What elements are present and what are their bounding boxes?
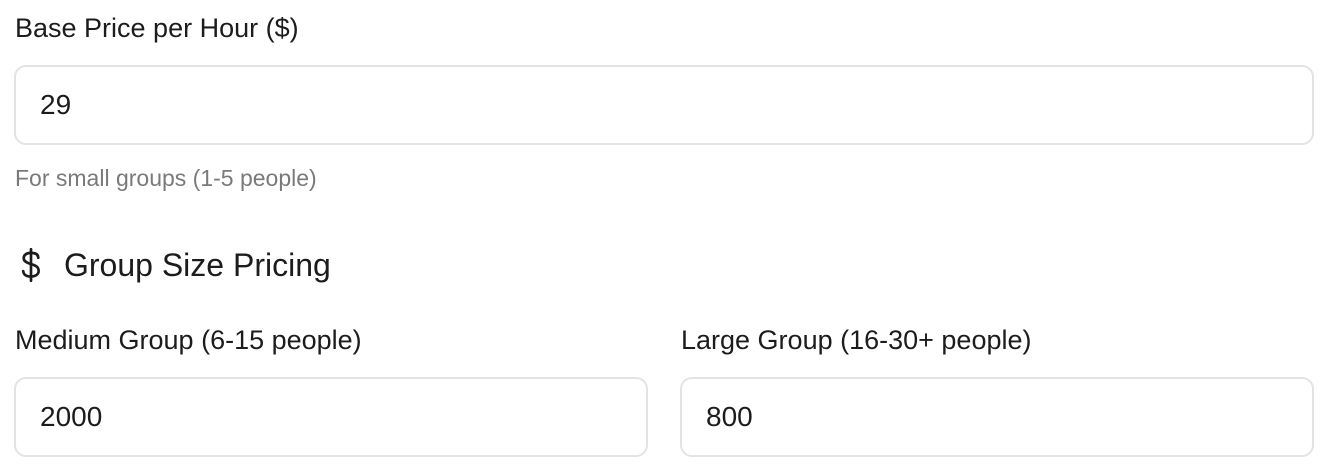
large-group-input[interactable]	[680, 377, 1314, 457]
base-price-hint: For small groups (1-5 people)	[15, 165, 317, 191]
group-size-pricing-heading: Group Size Pricing	[16, 246, 331, 284]
base-price-label: Base Price per Hour ($)	[15, 13, 299, 43]
group-size-pricing-title: Group Size Pricing	[64, 247, 331, 283]
large-group-label: Large Group (16-30+ people)	[681, 325, 1032, 355]
base-price-input[interactable]	[14, 65, 1314, 145]
medium-group-input[interactable]	[14, 377, 648, 457]
medium-group-label: Medium Group (6-15 people)	[15, 325, 362, 355]
dollar-icon	[21, 248, 40, 282]
pricing-form: Base Price per Hour ($) For small groups…	[0, 0, 1322, 470]
